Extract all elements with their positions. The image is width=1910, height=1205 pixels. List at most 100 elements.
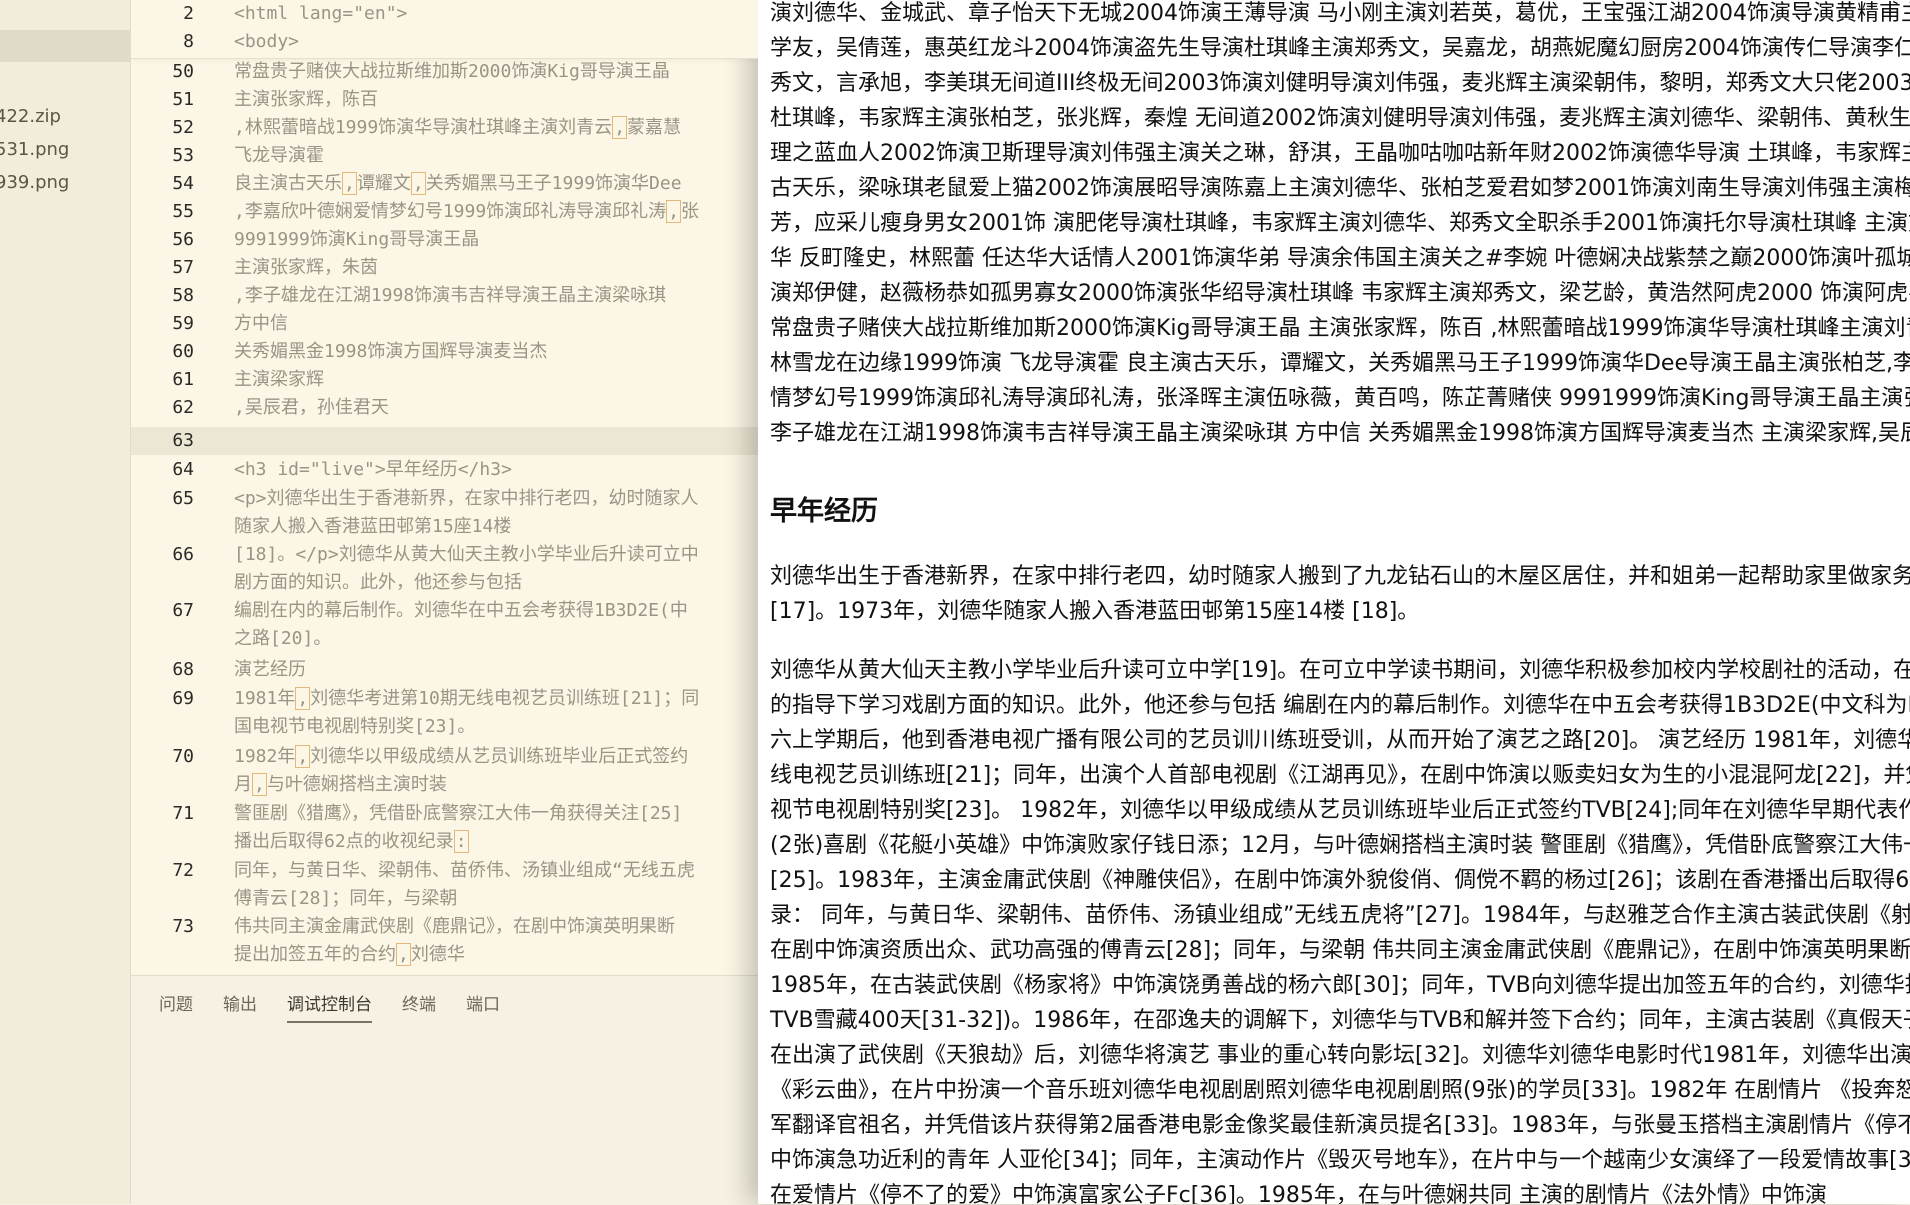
line-number: 2	[183, 3, 194, 24]
code-line[interactable]: 65 <p>刘德华出生于香港新界，在家中排行老四，幼时随家人 随家人搬入香港蓝田…	[131, 485, 758, 541]
preview-text-line: 华 反町隆史，林熙蕾 任达华大话情人2001饰演华弟 导演余伟国主演关之#李婉 …	[770, 246, 1910, 271]
line-number: 61	[172, 369, 194, 390]
code-line[interactable]: 51 主演张家辉，陈百	[131, 86, 758, 114]
code-segment: 提出加签五年的合约	[234, 944, 396, 965]
line-number: 66	[172, 544, 194, 565]
html-preview-pane[interactable]: 演刘德华、金城武、章子怡天下无城2004饰演王薄导演 马小刚主演刘若英，葛优，王…	[758, 0, 1910, 1204]
file-list: 422.zip 531.png 939.png	[0, 100, 130, 199]
code-segment: 播出后取得62点的收视纪录	[234, 831, 454, 852]
preview-text-line: 在剧中饰演资质出众、武功高强的傅青云[28]；同年，与梁朝 伟共同主演金庸武侠剧…	[770, 938, 1910, 963]
preview-text-line: 刘德华从黄大仙天主教小学毕业后升读可立中学[19]。在可立中学读书期间，刘德华积…	[770, 658, 1910, 683]
preview-text-line: 芳，应采儿瘦身男女2001饰 演肥佬导演杜琪峰，韦家辉主演刘德华、郑秀文全职杀手…	[770, 211, 1910, 236]
code-text: 飞龙导演霍	[234, 145, 324, 166]
code-line[interactable]: 61 主演梁家辉	[131, 366, 758, 394]
code-line[interactable]: 67 编剧在内的幕后制作。刘德华在中五会考获得1B3D2E(中 之路[20]。	[131, 597, 758, 653]
code-text: <h3 id="live">早年经历</h3>	[234, 459, 512, 480]
preview-text-line: 秀文，言承旭，李美琪无间道III终极无间2003饰演刘健明导演刘伟强，麦兆辉主演…	[770, 71, 1910, 96]
code-segment: 良主演古天乐	[234, 173, 342, 194]
wrapped-code-text: 傅青云[28]；同年，与梁朝	[234, 888, 458, 909]
highlighted-char: ,	[666, 200, 682, 223]
file-item[interactable]: 531.png	[0, 133, 130, 166]
code-segment: 1982年	[234, 746, 296, 767]
preview-text-line: 线电视艺员训练班[21]；同年，出演个人首部电视剧《江湖再见》，在剧中饰演以贩卖…	[770, 763, 1910, 788]
code-text: 1982年, 刘德华以甲级成绩从艺员训练班毕业后正式签约	[234, 743, 758, 771]
code-line[interactable]: 64 <h3 id="live">早年经历</h3>	[131, 456, 758, 484]
bottom-panel: 问题 输出 调试控制台 终端 端口	[131, 975, 758, 1205]
line-number: 55	[172, 201, 194, 222]
code-line[interactable]: 70 1982年, 刘德华以甲级成绩从艺员训练班毕业后正式签约 月, 与叶德娴搭档主…	[131, 743, 758, 799]
wrapped-code-text: 之路[20]。	[234, 628, 332, 649]
preview-text-line: 军翻译官祖名，并凭借该片获得第2届香港电影金像奖最佳新演员提名[33]。1983…	[770, 1113, 1910, 1138]
sticky-line[interactable]: 2 <html lang="en">	[131, 0, 758, 28]
code-segment: 刘德华	[410, 944, 465, 965]
highlighted-char: ,	[295, 745, 311, 768]
code-line[interactable]: 71 警匪剧《猎鹰》，凭借卧底警察江大伟一角获得关注[25] 播出后取得62点的…	[131, 800, 758, 856]
wrapped-code-text: 剧方面的知识。此外，他还参与包括	[234, 572, 522, 593]
preview-text-line: 中饰演急功近利的青年 人亚伦[34]；同年，主演动作片《毁灭号地车》，在片中与一…	[770, 1148, 1910, 1173]
code-line[interactable]: 56 9991999饰演King哥导演王晶	[131, 226, 758, 254]
preview-text-line: 常盘贵子赌侠大战拉斯维加斯2000饰演Kig哥导演王晶 主演张家辉，陈百 ,林熙…	[770, 316, 1910, 341]
code-text: ,李嘉欣叶德娴爱情梦幻号1999饰演邱礼涛导演邱礼涛, 张	[234, 198, 758, 226]
wrapped-code-text: 随家人搬入香港蓝田邨第15座14楼	[234, 516, 512, 537]
preview-text-line: 视节电视剧特别奖[23]。 1982年，刘德华以甲级成绩从艺员训练班毕业后正式签…	[770, 798, 1910, 823]
code-text: 常盘贵子赌侠大战拉斯维加斯2000饰演Kig哥导演王晶	[234, 61, 670, 82]
preview-text-line: 1985年，在古装武侠剧《杨家将》中饰演饶勇善战的杨六郎[30]；同年，TVB向…	[770, 973, 1910, 998]
code-line[interactable]: 55 ,李嘉欣叶德娴爱情梦幻号1999饰演邱礼涛导演邱礼涛, 张	[131, 198, 758, 226]
wrapped-code-text: 国电视节电视剧特别奖[23]。	[234, 716, 476, 737]
code-line[interactable]: 53 飞龙导演霍	[131, 142, 758, 170]
preview-text-line: 在出演了武侠剧《天狼劫》后，刘德华将演艺 事业的重心转向影坛[32]。刘德华刘德…	[770, 1043, 1910, 1068]
line-number: 59	[172, 313, 194, 334]
code-line[interactable]: 72 同年，与黄日华、梁朝伟、苗侨伟、汤镇业组成“无线五虎 傅青云[28]；同年…	[131, 857, 758, 913]
code-text: ,李子雄龙在江湖1998饰演韦吉祥导演王晶主演梁咏琪	[234, 285, 667, 306]
tab-problems[interactable]: 问题	[159, 990, 193, 1023]
code-line[interactable]: 52 ,林熙蕾暗战1999饰演华导演杜琪峰主演刘青云, 蒙嘉慧	[131, 114, 758, 142]
code-line[interactable]: 60 关秀媚黑金1998饰演方国辉导演麦当杰	[131, 338, 758, 366]
code-segment: ,李嘉欣叶德娴爱情梦幻号1999饰演邱礼涛导演邱礼涛	[234, 201, 667, 222]
code-text: 关秀媚黑金1998饰演方国辉导演麦当杰	[234, 341, 548, 362]
file-item[interactable]: 422.zip	[0, 100, 130, 133]
file-name: 939.png	[0, 172, 70, 193]
file-name: 422.zip	[0, 106, 61, 127]
line-number: 73	[172, 916, 194, 937]
code-text: ,林熙蕾暗战1999饰演华导演杜琪峰主演刘青云, 蒙嘉慧	[234, 114, 758, 142]
code-line[interactable]: 69 1981年, 刘德华考进第10期无线电视艺员训练班[21]；同 国电视节电视…	[131, 685, 758, 741]
tab-ports[interactable]: 端口	[466, 990, 500, 1023]
code-text: <body>	[234, 31, 300, 52]
line-number: 56	[172, 229, 194, 250]
code-line[interactable]: 54 良主演古天乐, 谭耀文, 关秀媚黑马王子1999饰演华Dee	[131, 170, 758, 198]
highlighted-char: ,	[410, 172, 426, 195]
tab-debug-console[interactable]: 调试控制台	[287, 990, 372, 1023]
code-text: 方中信	[234, 313, 288, 334]
code-text: 主演张家辉，陈百	[234, 89, 378, 110]
code-text: ,吴辰君，孙佳君天	[234, 397, 389, 418]
code-line[interactable]: 68 演艺经历	[131, 656, 758, 684]
code-line[interactable]: 58 ,李子雄龙在江湖1998饰演韦吉祥导演王晶主演梁咏琪	[131, 282, 758, 310]
tab-output[interactable]: 输出	[223, 990, 257, 1023]
sticky-scroll-header[interactable]: 2 <html lang="en"> 8 <body>	[131, 0, 758, 59]
code-line[interactable]: 66 [18]。</p>刘德华从黄大仙天主教小学毕业后升读可立中 剧方面的知识。…	[131, 541, 758, 597]
line-number: 70	[172, 746, 194, 767]
preview-text-line: 古天乐，梁咏琪老鼠爱上猫2002饰演展昭导演陈嘉上主演刘德华、张柏芝爱君如梦20…	[770, 176, 1910, 201]
section-heading: 早年经历	[770, 496, 878, 527]
preview-text-line: TVB雪藏400天[31-32])。1986年，在邵逸夫的调解下，刘德华与TVB…	[770, 1008, 1910, 1033]
wrapped-code-text: 提出加签五年的合约, 刘德华	[234, 941, 758, 969]
code-editor[interactable]: 2 <html lang="en"> 8 <body> 50 常盘贵子赌侠大战拉…	[131, 0, 758, 975]
code-segment: 刘德华以甲级成绩从艺员训练班毕业后正式签约	[310, 746, 689, 767]
selected-explorer-row[interactable]	[0, 30, 130, 62]
code-segment: 刘德华考进第10期无线电视艺员训练班[21]；同	[310, 688, 700, 709]
code-line[interactable]: 62 ,吴辰君，孙佳君天	[131, 394, 758, 422]
code-line[interactable]: 50 常盘贵子赌侠大战拉斯维加斯2000饰演Kig哥导演王晶	[131, 58, 758, 86]
code-line[interactable]: 73 伟共同主演金庸武侠剧《鹿鼎记》，在剧中饰演英明果断 提出加签五年的合约, 刘…	[131, 913, 758, 969]
highlighted-char: :	[453, 830, 469, 853]
line-number: 67	[172, 600, 194, 621]
sticky-line[interactable]: 8 <body>	[131, 28, 758, 56]
code-text: 主演张家辉，朱茵	[234, 257, 378, 278]
current-code-line[interactable]: 63	[131, 427, 758, 455]
highlighted-char: ,	[612, 116, 628, 139]
file-item[interactable]: 939.png	[0, 166, 130, 199]
code-line[interactable]: 59 方中信	[131, 310, 758, 338]
line-number: 51	[172, 89, 194, 110]
line-number: 53	[172, 145, 194, 166]
code-line[interactable]: 57 主演张家辉，朱茵	[131, 254, 758, 282]
tab-terminal[interactable]: 终端	[402, 990, 436, 1023]
